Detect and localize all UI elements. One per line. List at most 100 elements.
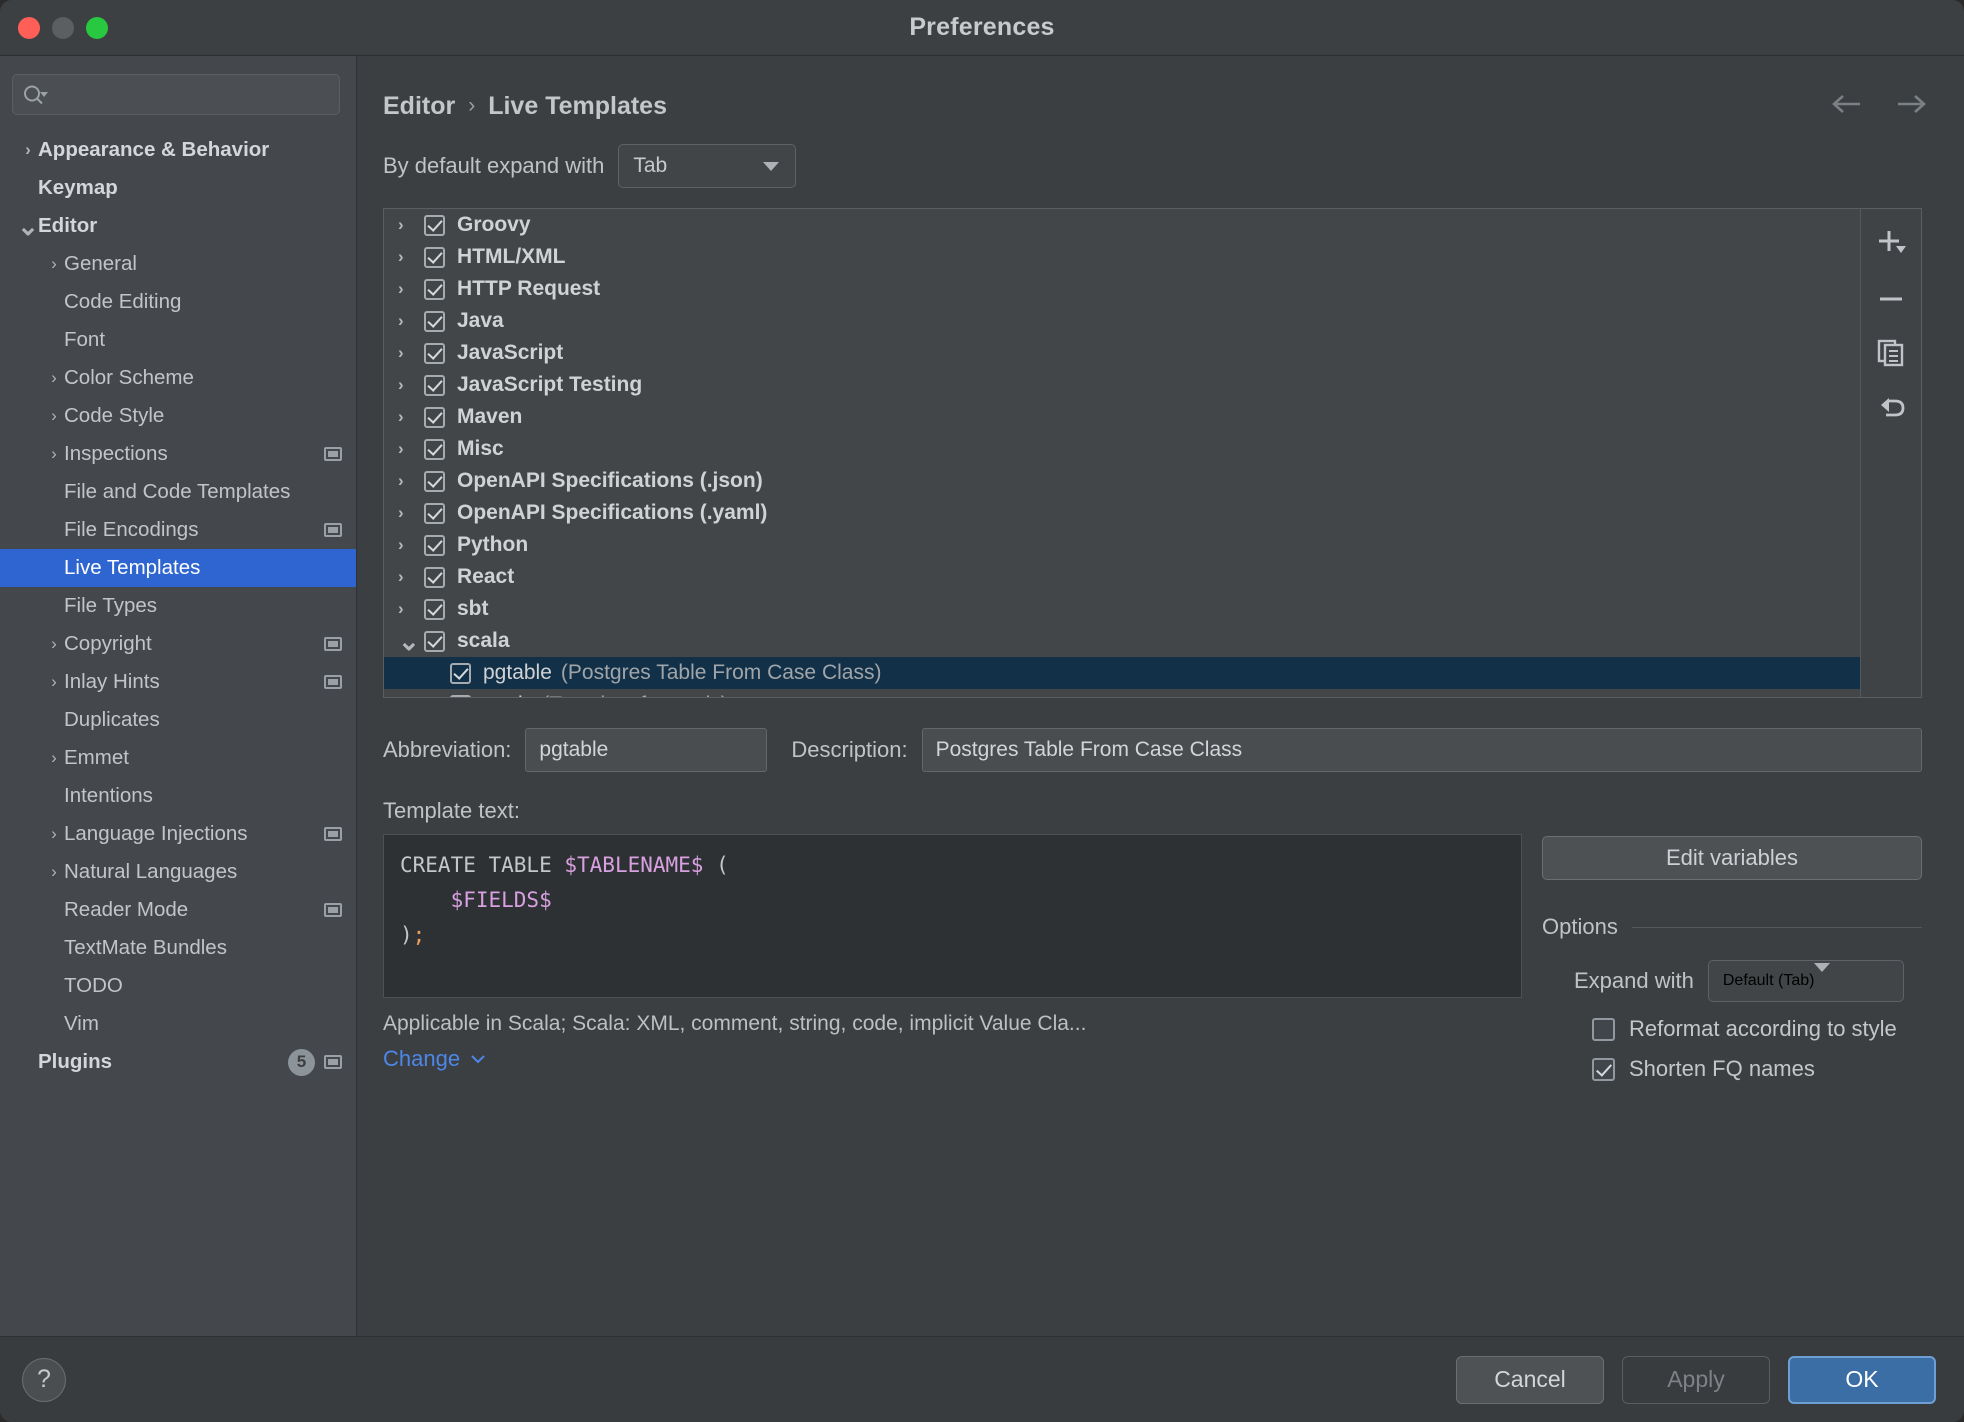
sidebar-item-appearance-behavior[interactable]: › Appearance & Behavior [0, 131, 356, 169]
undo-icon[interactable] [1869, 387, 1913, 427]
search-input[interactable] [12, 74, 340, 115]
chevron-right-icon[interactable]: › [398, 535, 424, 555]
template-checkbox[interactable] [424, 406, 445, 428]
sidebar-item-textmate-bundles[interactable]: TextMate Bundles [0, 929, 356, 967]
sidebar-item-vim[interactable]: Vim [0, 1005, 356, 1043]
template-row-openapi-specifications-json[interactable]: › OpenAPI Specifications (.json) [384, 465, 1860, 497]
template-checkbox[interactable] [424, 502, 445, 524]
chevron-right-icon[interactable]: › [398, 503, 424, 523]
apply-button[interactable]: Apply [1622, 1355, 1770, 1404]
chevron-right-icon[interactable]: › [398, 471, 424, 491]
sidebar-item-plugins[interactable]: Plugins 5 [0, 1043, 356, 1081]
sidebar-item-keymap[interactable]: Keymap [0, 169, 356, 207]
chevron-right-icon[interactable]: › [398, 311, 424, 331]
back-arrow-icon[interactable] [1830, 93, 1864, 120]
template-row-apply[interactable]: apply (Template for apply) [384, 689, 1860, 697]
cancel-button[interactable]: Cancel [1456, 1355, 1604, 1404]
sidebar-item-code-editing[interactable]: Code Editing [0, 283, 356, 321]
live-templates-tree[interactable]: › Groovy › HTML/XML › HTTP Request › Java › JavaS… [383, 208, 1860, 698]
sidebar-item-intentions[interactable]: Intentions [0, 777, 356, 815]
sidebar-item-live-templates[interactable]: Live Templates [0, 549, 356, 587]
template-row-java[interactable]: › Java [384, 305, 1860, 337]
chevron-right-icon[interactable]: › [44, 748, 64, 768]
copy-icon[interactable] [1869, 333, 1913, 373]
chevron-right-icon[interactable]: › [44, 862, 64, 882]
template-row-pgtable[interactable]: pgtable (Postgres Table From Case Class) [384, 657, 1860, 689]
expand-with-dropdown[interactable]: Tab [618, 144, 797, 188]
sidebar-item-language-injections[interactable]: › Language Injections [0, 815, 356, 853]
sidebar-item-natural-languages[interactable]: › Natural Languages [0, 853, 356, 891]
add-template-button[interactable] [1869, 225, 1913, 265]
sidebar-item-reader-mode[interactable]: Reader Mode [0, 891, 356, 929]
template-row-html-xml[interactable]: › HTML/XML [384, 241, 1860, 273]
expand-with-option-dropdown[interactable]: Default (Tab) [1707, 960, 1904, 1002]
chevron-right-icon[interactable]: › [44, 824, 64, 844]
template-checkbox[interactable] [424, 374, 445, 396]
sidebar-item-color-scheme[interactable]: › Color Scheme [0, 359, 356, 397]
sidebar-item-editor[interactable]: ⌄ Editor [0, 207, 356, 245]
change-context-link[interactable]: Change [383, 1046, 487, 1072]
chevron-right-icon[interactable]: › [44, 634, 64, 654]
remove-template-button[interactable] [1869, 279, 1913, 319]
template-checkbox[interactable] [424, 310, 445, 332]
chevron-right-icon[interactable]: › [398, 567, 424, 587]
chevron-down-icon[interactable]: ⌄ [398, 628, 424, 654]
sidebar-item-copyright[interactable]: › Copyright [0, 625, 356, 663]
template-checkbox[interactable] [424, 534, 445, 556]
template-row-groovy[interactable]: › Groovy [384, 209, 1860, 241]
template-row-scala[interactable]: ⌄ scala [384, 625, 1860, 657]
chevron-right-icon[interactable]: › [398, 247, 424, 267]
template-checkbox[interactable] [424, 470, 445, 492]
shorten-fq-checkbox-row[interactable]: Shorten FQ names [1542, 1056, 1922, 1082]
template-row-react[interactable]: › React [384, 561, 1860, 593]
sidebar-item-file-types[interactable]: File Types [0, 587, 356, 625]
description-input[interactable]: Postgres Table From Case Class [921, 728, 1922, 772]
chevron-right-icon[interactable]: › [398, 599, 424, 619]
chevron-right-icon[interactable]: › [44, 672, 64, 692]
template-checkbox[interactable] [424, 598, 445, 620]
help-button[interactable]: ? [22, 1357, 66, 1402]
sidebar-item-emmet[interactable]: › Emmet [0, 739, 356, 777]
chevron-right-icon[interactable]: › [398, 407, 424, 427]
abbreviation-input[interactable]: pgtable [525, 728, 768, 772]
reformat-checkbox[interactable] [1592, 1017, 1615, 1041]
template-row-python[interactable]: › Python [384, 529, 1860, 561]
chevron-right-icon[interactable]: › [44, 254, 64, 274]
sidebar-item-font[interactable]: Font [0, 321, 356, 359]
reformat-checkbox-row[interactable]: Reformat according to style [1542, 1016, 1922, 1042]
settings-tree[interactable]: › Appearance & Behavior Keymap ⌄ Editor › Gene… [0, 129, 356, 1336]
chevron-right-icon[interactable]: › [398, 279, 424, 299]
template-row-javascript-testing[interactable]: › JavaScript Testing [384, 369, 1860, 401]
forward-arrow-icon[interactable] [1894, 93, 1928, 120]
chevron-down-icon[interactable]: ⌄ [17, 213, 39, 239]
sidebar-item-todo[interactable]: TODO [0, 967, 356, 1005]
template-checkbox[interactable] [450, 662, 471, 684]
template-checkbox[interactable] [424, 630, 445, 652]
sidebar-item-duplicates[interactable]: Duplicates [0, 701, 356, 739]
breadcrumb-parent[interactable]: Editor [383, 92, 455, 121]
chevron-right-icon[interactable]: › [18, 140, 38, 160]
edit-variables-button[interactable]: Edit variables [1542, 836, 1922, 880]
template-checkbox[interactable] [424, 438, 445, 460]
template-checkbox[interactable] [424, 566, 445, 588]
chevron-right-icon[interactable]: › [398, 439, 424, 459]
template-row-javascript[interactable]: › JavaScript [384, 337, 1860, 369]
sidebar-item-code-style[interactable]: › Code Style [0, 397, 356, 435]
chevron-right-icon[interactable]: › [44, 444, 64, 464]
template-row-misc[interactable]: › Misc [384, 433, 1860, 465]
ok-button[interactable]: OK [1788, 1355, 1936, 1404]
shorten-fq-checkbox[interactable] [1592, 1057, 1615, 1081]
template-row-sbt[interactable]: › sbt [384, 593, 1860, 625]
sidebar-item-inspections[interactable]: › Inspections [0, 435, 356, 473]
sidebar-item-inlay-hints[interactable]: › Inlay Hints [0, 663, 356, 701]
template-checkbox[interactable] [424, 278, 445, 300]
sidebar-item-general[interactable]: › General [0, 245, 356, 283]
template-row-maven[interactable]: › Maven [384, 401, 1860, 433]
chevron-right-icon[interactable]: › [398, 375, 424, 395]
template-checkbox[interactable] [424, 246, 445, 268]
template-checkbox[interactable] [424, 342, 445, 364]
chevron-right-icon[interactable]: › [44, 368, 64, 388]
template-checkbox[interactable] [450, 694, 471, 697]
sidebar-item-file-encodings[interactable]: File Encodings [0, 511, 356, 549]
sidebar-item-file-and-code-templates[interactable]: File and Code Templates [0, 473, 356, 511]
